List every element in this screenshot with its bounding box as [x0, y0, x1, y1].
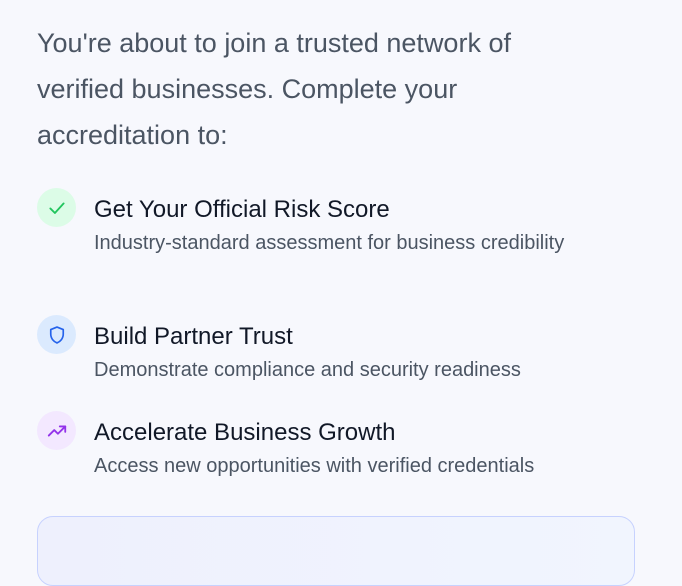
benefit-item-business-growth: Accelerate Business Growth Access new op… — [37, 411, 657, 482]
shield-icon — [37, 315, 76, 354]
benefit-item-risk-score: Get Your Official Risk Score Industry-st… — [37, 188, 657, 259]
intro-text: You're about to join a trusted network o… — [37, 28, 511, 150]
benefit-title: Get Your Official Risk Score — [94, 196, 390, 223]
trending-up-icon — [37, 411, 76, 450]
benefit-text: Accelerate Business Growth Access new op… — [94, 418, 614, 482]
benefit-description: Access new opportunities with verified c… — [94, 455, 535, 477]
check-icon — [37, 188, 76, 227]
benefit-description: Industry-standard assessment for busines… — [94, 232, 565, 254]
benefit-title: Build Partner Trust — [94, 323, 293, 350]
benefit-item-partner-trust: Build Partner Trust Demonstrate complian… — [37, 315, 657, 386]
benefit-title: Accelerate Business Growth — [94, 419, 396, 446]
benefit-text: Get Your Official Risk Score Industry-st… — [94, 195, 614, 259]
benefit-description: Demonstrate compliance and security read… — [94, 359, 521, 381]
benefit-text: Build Partner Trust Demonstrate complian… — [94, 322, 614, 386]
info-card — [37, 516, 635, 586]
